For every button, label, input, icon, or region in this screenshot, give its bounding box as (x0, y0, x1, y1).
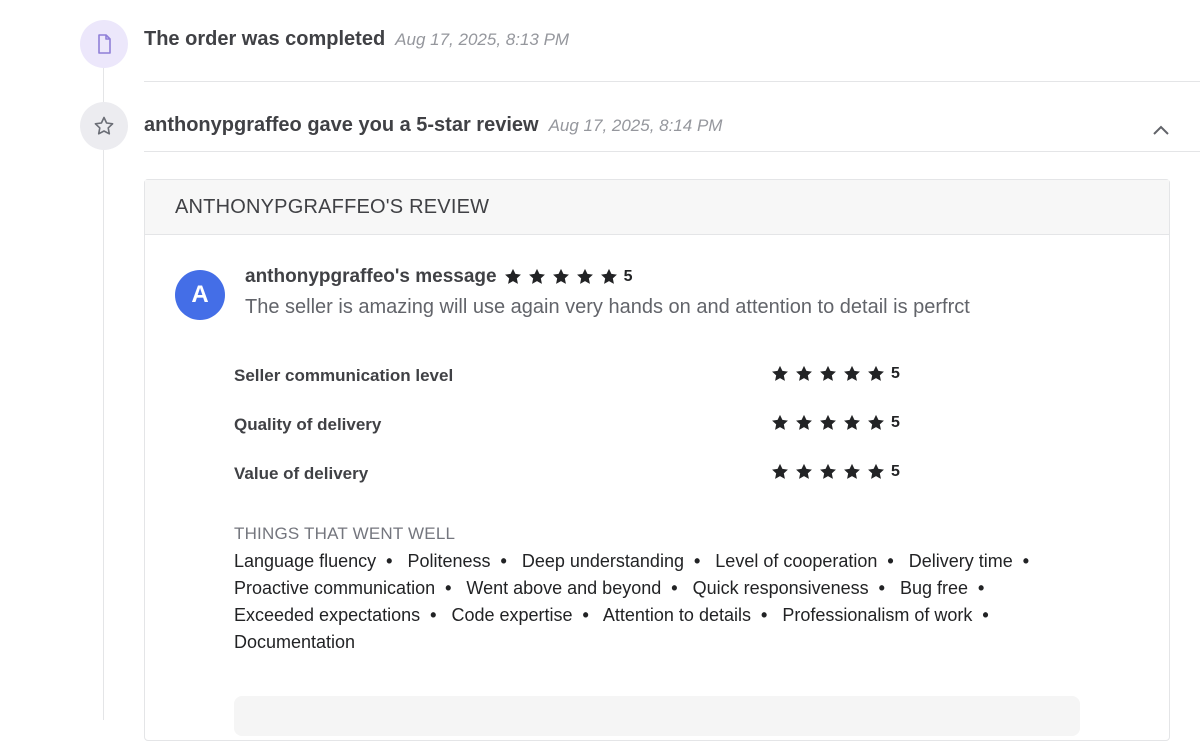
star-filled-icon (844, 463, 860, 479)
went-well-tag: Went above and beyond • (466, 578, 678, 598)
went-well-tag: Language fluency • (234, 551, 393, 571)
criteria-row-communication: Seller communication level 5 (234, 364, 934, 388)
went-well-tag: Deep understanding • (521, 551, 701, 571)
rating-value: 5 (891, 365, 900, 382)
star-filled-icon (820, 414, 836, 430)
star-filled-icon (844, 365, 860, 381)
event-timestamp: Aug 17, 2025, 8:14 PM (548, 116, 723, 135)
chevron-up-icon (1153, 125, 1169, 135)
tag-separator: • (878, 578, 885, 598)
tag-separator: • (760, 605, 768, 625)
went-well-tag: Proactive communication • (234, 578, 452, 598)
review-header: ANTHONYPGRAFFEO'S REVIEW (145, 180, 1169, 235)
rating-value: 5 (891, 414, 900, 431)
rating-value: 5 (891, 463, 900, 480)
tag-separator: • (671, 578, 678, 598)
went-well-tag: Code expertise • (451, 605, 589, 625)
star-filled-icon (772, 365, 788, 381)
event-order-completed: The order was completed Aug 17, 2025, 8:1… (144, 28, 569, 51)
star-filled-icon (868, 463, 884, 479)
avatar[interactable]: A (175, 270, 225, 320)
star-filled-icon (820, 463, 836, 479)
rating-stars (770, 364, 890, 384)
event-timestamp: Aug 17, 2025, 8:13 PM (395, 30, 570, 49)
star-filled-icon (796, 463, 812, 479)
divider (144, 81, 1200, 82)
tag-separator: • (430, 605, 437, 625)
criteria-label: Value of delivery (234, 464, 369, 483)
star-filled-icon (576, 268, 593, 284)
tag-separator: • (386, 551, 393, 571)
event-title: The order was completed (144, 28, 386, 50)
star-filled-icon (868, 414, 884, 430)
went-well-title: THINGS THAT WENT WELL (234, 524, 456, 543)
tag-separator: • (887, 551, 894, 571)
star-outline-icon (94, 116, 114, 135)
went-well-tag: Politeness • (407, 551, 507, 571)
tag-separator: • (978, 578, 985, 598)
collapse-review-button[interactable] (1148, 118, 1174, 142)
went-well-tag: Professionalism of work • (782, 605, 989, 625)
star-filled-icon (796, 414, 812, 430)
criteria-row-value: Value of delivery 5 (234, 462, 934, 486)
criteria-rating: 5 (770, 364, 900, 384)
review-panel: ANTHONYPGRAFFEO'S REVIEW A anthonypgraff… (144, 179, 1170, 741)
went-well-tag: Level of cooperation • (715, 551, 894, 571)
tag-separator: • (500, 551, 507, 571)
timeline-line (103, 60, 104, 720)
star-filled-icon (600, 268, 617, 284)
star-filled-icon (552, 268, 569, 284)
criteria-label: Seller communication level (234, 366, 454, 385)
document-icon (98, 34, 111, 54)
tag-separator: • (693, 551, 701, 571)
review-icon-badge (80, 102, 128, 150)
went-well-tag: Documentation (234, 632, 356, 652)
went-well-tag: Quick responsiveness • (692, 578, 885, 598)
went-well-tags: Language fluency • Politeness • Deep under… (234, 548, 1054, 656)
tag-separator: • (1022, 551, 1030, 571)
message-header: anthonypgraffeo's message 5 (245, 266, 633, 288)
tag-separator: • (582, 605, 589, 625)
star-filled-icon (796, 365, 812, 381)
criteria-rating: 5 (770, 462, 900, 482)
star-filled-icon (868, 365, 884, 381)
criteria-rating: 5 (770, 413, 900, 433)
rating-stars (770, 413, 890, 433)
went-well-tag: Exceeded expectations • (234, 605, 437, 625)
star-filled-icon (528, 268, 545, 284)
star-filled-icon (844, 414, 860, 430)
reply-box[interactable] (234, 696, 1080, 736)
went-well-tag: Attention to details • (602, 605, 768, 625)
criteria-row-quality: Quality of delivery 5 (234, 413, 934, 437)
overall-rating-stars (503, 267, 623, 287)
event-title: anthonypgraffeo gave you a 5-star review (144, 114, 539, 136)
tag-separator: • (982, 605, 989, 625)
order-completed-icon-badge (80, 20, 128, 68)
criteria-label: Quality of delivery (234, 415, 382, 434)
star-filled-icon (772, 463, 788, 479)
star-filled-icon (772, 414, 788, 430)
star-filled-icon (504, 268, 521, 284)
message-title: anthonypgraffeo's message (245, 266, 497, 287)
went-well-tag: Delivery time • (908, 551, 1030, 571)
rating-stars (770, 462, 890, 482)
event-review: anthonypgraffeo gave you a 5-star review… (144, 114, 722, 137)
star-filled-icon (820, 365, 836, 381)
tag-separator: • (445, 578, 452, 598)
divider (144, 151, 1200, 152)
went-well-tag: Bug free • (900, 578, 985, 598)
overall-rating-value: 5 (623, 268, 633, 285)
review-message-text: The seller is amazing will use again ver… (245, 296, 970, 318)
